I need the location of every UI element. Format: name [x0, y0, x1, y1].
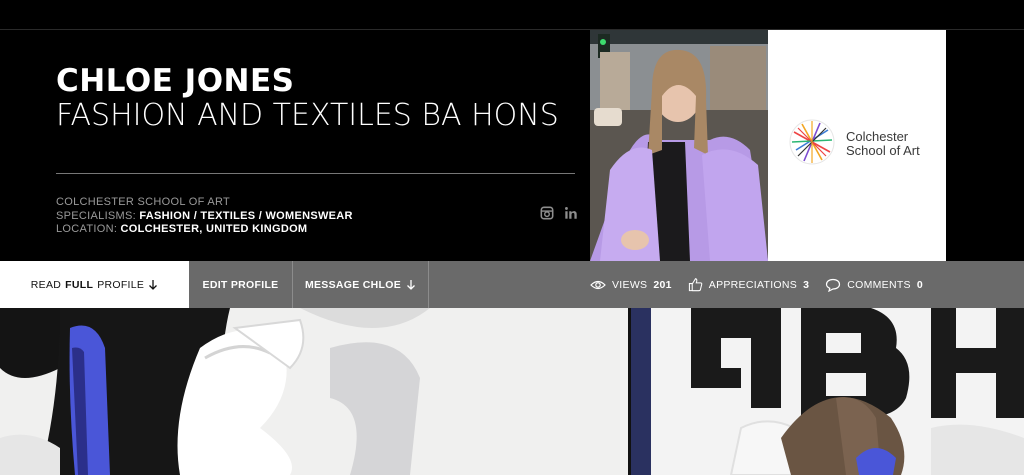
school-card-line2: School of Art: [846, 143, 920, 158]
location-row: LOCATION: COLCHESTER, UNITED KINGDOM: [56, 223, 353, 237]
views-label: VIEWS: [612, 278, 648, 291]
profile-tab-bar: READ FULL PROFILE EDIT PROFILE MESSAGE C…: [0, 261, 1024, 308]
read-prefix: READ: [30, 278, 62, 291]
school-card-name: Colchester School of Art: [846, 130, 920, 158]
arrow-down-icon: [407, 279, 415, 290]
social-links: [540, 206, 578, 220]
appreciations-count: 3: [803, 278, 810, 291]
gallery-image-2-art: [631, 308, 1024, 475]
instagram-icon[interactable]: [540, 206, 554, 220]
top-strip: [0, 0, 1024, 30]
profile-photo-image: [590, 30, 768, 261]
profile-photo: [590, 30, 768, 261]
views-stat: VIEWS 201: [590, 279, 672, 291]
comment-icon: [826, 278, 841, 292]
location-value: COLCHESTER, UNITED KINGDOM: [120, 223, 308, 235]
appreciations-label: APPRECIATIONS: [708, 278, 798, 291]
profile-stats: VIEWS 201 APPRECIATIONS 3 COMMENTS 0: [590, 261, 923, 308]
message-label: MESSAGE CHLOE: [304, 278, 402, 291]
gallery-image-2[interactable]: [631, 308, 1024, 475]
read-bold: FULL: [65, 278, 94, 291]
comments-stat[interactable]: COMMENTS 0: [825, 278, 923, 292]
school-card[interactable]: Colchester School of Art: [768, 30, 946, 261]
school-card-line1: Colchester: [846, 129, 909, 144]
comments-count: 0: [916, 278, 924, 291]
profile-name: CHLOE JONES: [56, 63, 295, 99]
views-count: 201: [653, 278, 672, 291]
school-name-text: COLCHESTER SCHOOL OF ART: [56, 196, 231, 208]
project-gallery: [0, 308, 1024, 475]
linkedin-icon[interactable]: [564, 206, 578, 220]
profile-course: FASHION AND TEXTILES BA HONS: [56, 98, 559, 133]
message-button[interactable]: MESSAGE CHLOE: [293, 261, 429, 308]
edit-profile-button[interactable]: EDIT PROFILE: [189, 261, 293, 308]
profile-heading: CHLOE JONES FASHION AND TEXTILES BA HONS: [56, 64, 576, 133]
read-suffix: PROFILE: [97, 278, 145, 291]
school-logo-icon: [789, 119, 835, 165]
specialisms-row: SPECIALISMS: FASHION / TEXTILES / WOMENS…: [56, 210, 353, 224]
comments-label: COMMENTS: [847, 278, 911, 291]
heading-divider: [56, 173, 575, 174]
specialisms-value: FASHION / TEXTILES / WOMENSWEAR: [139, 209, 353, 222]
gallery-image-1[interactable]: [0, 308, 628, 475]
thumbs-up-icon: [688, 278, 703, 292]
edit-profile-label: EDIT PROFILE: [202, 278, 279, 291]
eye-icon: [590, 280, 606, 289]
gallery-image-1-art: [0, 308, 628, 475]
appreciations-stat[interactable]: APPRECIATIONS 3: [688, 277, 809, 292]
location-label: LOCATION:: [56, 223, 118, 235]
specialisms-label: SPECIALISMS:: [56, 209, 137, 222]
arrow-down-icon: [149, 279, 158, 290]
profile-hero: CHLOE JONES FASHION AND TEXTILES BA HONS…: [0, 30, 1024, 261]
profile-meta: COLCHESTER SCHOOL OF ART SPECIALISMS: FA…: [56, 196, 353, 237]
read-full-profile-button[interactable]: READ FULL PROFILE: [0, 261, 189, 308]
